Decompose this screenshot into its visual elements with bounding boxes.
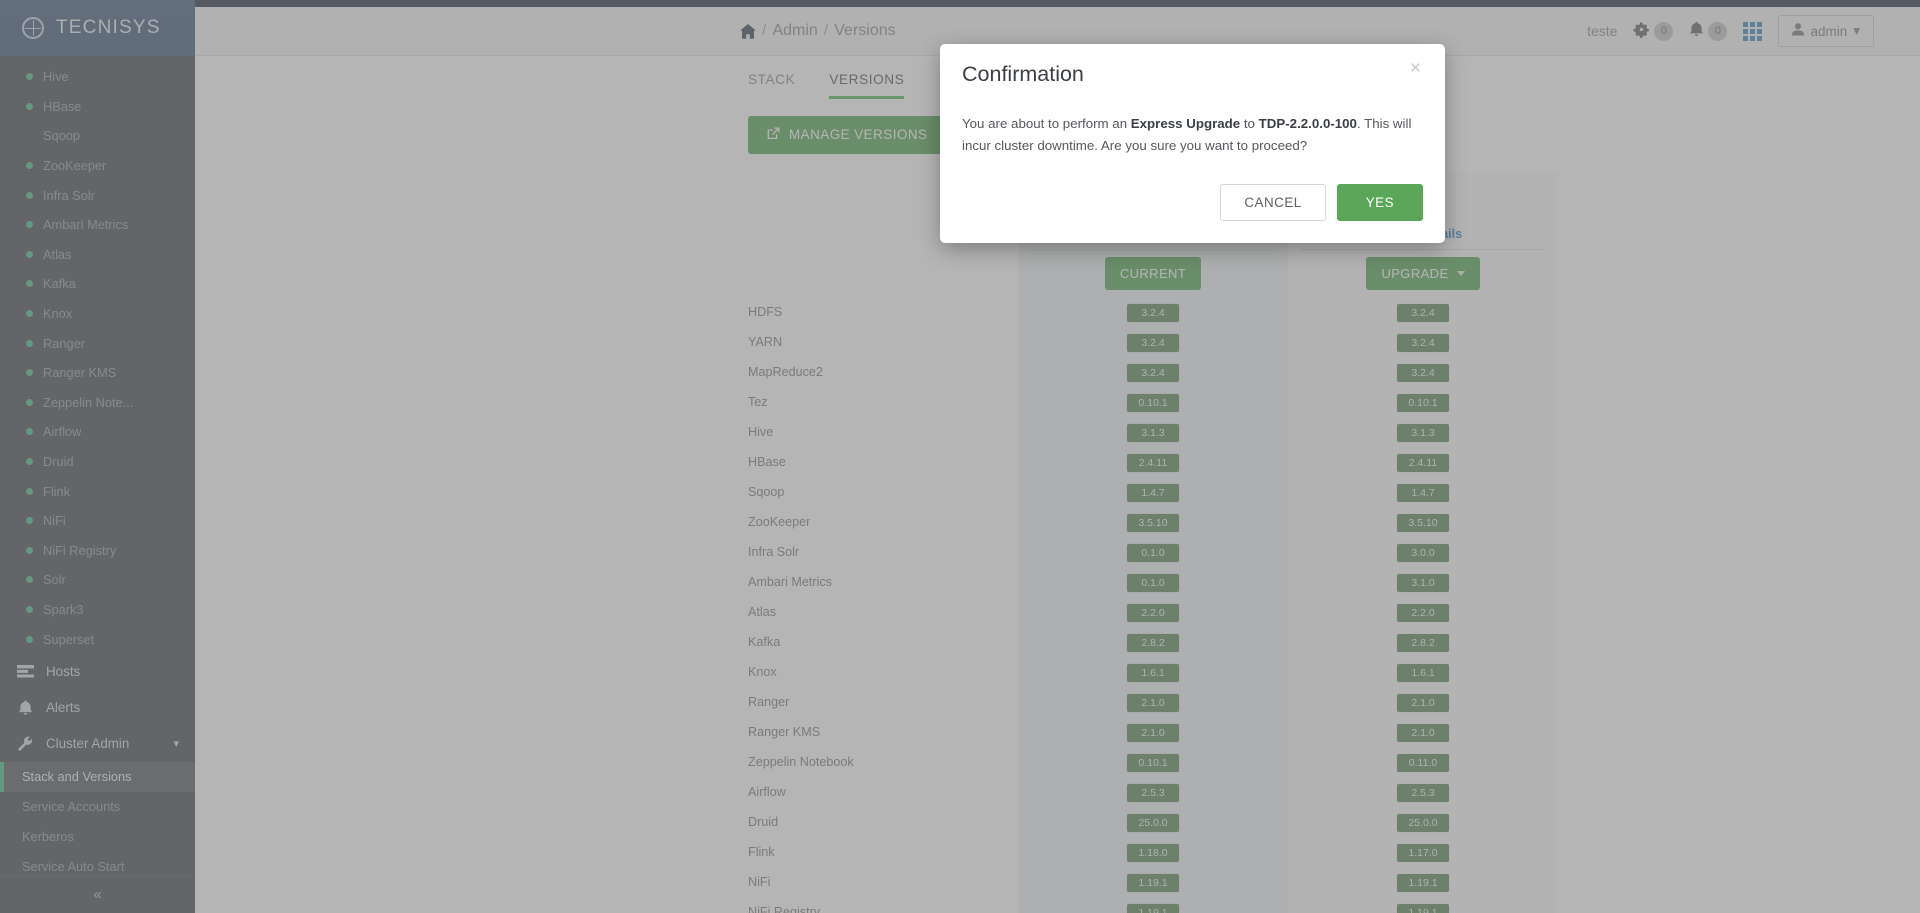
app-root: TECNISYS Hive HBase Sqoop ZooKeepe <box>0 0 1920 913</box>
dialog-upgrade-type: Express Upgrade <box>1130 116 1241 131</box>
dialog-header: Confirmation × <box>940 44 1445 91</box>
close-icon[interactable]: × <box>1404 58 1427 79</box>
dialog-message-part1: You are about to perform an <box>962 116 1131 131</box>
dialog-title: Confirmation <box>962 62 1084 86</box>
cancel-button[interactable]: CANCEL <box>1220 184 1326 222</box>
dialog-target-version: TDP-2.2.0.0-100 <box>1258 116 1357 131</box>
dialog-message: You are about to perform an Express Upgr… <box>940 91 1445 162</box>
yes-button[interactable]: YES <box>1336 184 1423 222</box>
dialog-message-part2: to <box>1240 116 1259 131</box>
confirmation-dialog: Confirmation × You are about to perform … <box>940 44 1445 244</box>
dialog-footer: CANCEL YES <box>940 162 1445 243</box>
